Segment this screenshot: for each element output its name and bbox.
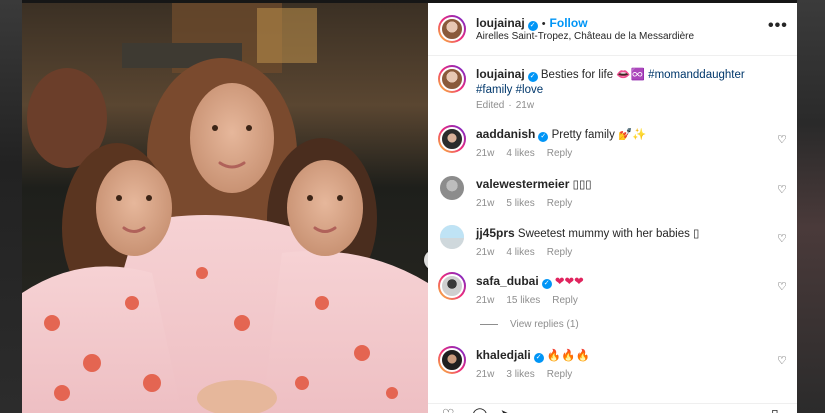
commenter-avatar[interactable] — [438, 125, 466, 153]
heart-icon[interactable]: ♡ — [442, 406, 455, 413]
comment-text: safa_dubai ✓ ❤❤❤ — [476, 274, 766, 290]
comment-age: 21w — [476, 198, 495, 209]
verified-badge-icon: ✓ — [538, 132, 549, 142]
comment-username[interactable]: valewestermeier — [476, 177, 569, 191]
comment-body: Pretty family 💅✨ — [551, 129, 647, 141]
comment-row: safa_dubai ✓ ❤❤❤ 21w 15 likes Reply ♡ — [428, 270, 797, 316]
caption: loujainaj ✓ Besties for life 👄♾️ #momandd… — [428, 63, 797, 115]
comment-likes[interactable]: 15 likes — [506, 295, 540, 306]
comment-body: 🔥🔥🔥 — [546, 350, 590, 362]
dot: · — [508, 100, 512, 111]
header-line: loujainaj ✓ • Follow — [476, 16, 588, 31]
commenter-avatar[interactable] — [438, 272, 466, 300]
comment-likes[interactable]: 5 likes — [506, 198, 534, 209]
comment-username[interactable]: safa_dubai — [476, 274, 539, 288]
author-username[interactable]: loujainaj — [476, 16, 525, 30]
comment-row: jj45prs Sweetest mummy with her babies ▯… — [428, 222, 797, 268]
comment-username[interactable]: aaddanish — [476, 127, 535, 141]
comment-text: khaledjali ✓ 🔥🔥🔥 — [476, 348, 766, 364]
caption-username[interactable]: loujainaj — [476, 67, 525, 81]
caption-text: loujainaj ✓ Besties for life 👄♾️ #momandd… — [476, 67, 766, 98]
comment-text: jj45prs Sweetest mummy with her babies ▯ — [476, 226, 766, 242]
caption-avatar[interactable] — [438, 65, 466, 93]
post-detail-panel: loujainaj ✓ • Follow Airelles Saint-Tropez,… — [428, 3, 797, 413]
view-replies-label[interactable]: View replies (1) — [510, 319, 579, 330]
comment-likes[interactable]: 3 likes — [506, 369, 534, 380]
post-photo-illustration — [22, 3, 428, 413]
comment-age: 21w — [476, 148, 495, 159]
caption-emoji: 👄♾️ — [616, 69, 645, 81]
commenter-avatar[interactable] — [438, 346, 466, 374]
comment-meta: 21w 4 likes Reply — [476, 247, 584, 258]
comment-body: ❤❤❤ — [554, 276, 584, 288]
post-location[interactable]: Airelles Saint-Tropez, Château de la Mes… — [476, 31, 694, 42]
like-comment-heart-icon[interactable]: ♡ — [777, 280, 787, 293]
like-comment-heart-icon[interactable]: ♡ — [777, 232, 787, 245]
verified-badge-icon: ✓ — [527, 21, 538, 31]
reply-button[interactable]: Reply — [547, 148, 573, 159]
caption-age: 21w — [515, 100, 535, 111]
background-feed-right — [797, 0, 825, 413]
author-avatar[interactable] — [438, 15, 466, 43]
background-feed-left — [0, 0, 22, 413]
reply-button[interactable]: Reply — [547, 247, 573, 258]
comment-meta: 21w 3 likes Reply — [476, 369, 584, 380]
follow-button[interactable]: Follow — [550, 16, 588, 30]
post-action-bar: ♡ ◯ ➤ ▯ — [428, 403, 797, 413]
view-replies-button[interactable]: View replies (1) — [480, 319, 579, 330]
comment-text: valewestermeier ▯▯▯ — [476, 177, 766, 193]
comment-username[interactable]: khaledjali — [476, 348, 531, 362]
reply-button[interactable]: Reply — [547, 198, 573, 209]
comment-meta: 21w 5 likes Reply — [476, 198, 584, 209]
comment-body: Sweetest mummy with her babies ▯ — [517, 228, 700, 240]
verified-badge-icon: ✓ — [527, 72, 538, 82]
comment-row: aaddanish ✓ Pretty family 💅✨ 21w 4 likes Re… — [428, 123, 797, 169]
commenter-avatar[interactable] — [440, 176, 464, 200]
bookmark-icon[interactable]: ▯ — [771, 406, 779, 413]
post-header: loujainaj ✓ • Follow Airelles Saint-Tropez,… — [428, 3, 797, 56]
comment-meta: 21w 15 likes Reply — [476, 295, 590, 306]
reply-button[interactable]: Reply — [552, 295, 578, 306]
caption-body: Besties for life — [540, 69, 614, 81]
verified-badge-icon: ✓ — [541, 279, 552, 289]
caption-hashtag-love[interactable]: #love — [516, 84, 544, 96]
verified-badge-icon: ✓ — [533, 353, 544, 363]
separator-dot: • — [541, 18, 546, 30]
comment-text: aaddanish ✓ Pretty family 💅✨ — [476, 127, 766, 143]
comment-meta: 21w 4 likes Reply — [476, 148, 584, 159]
comment-likes[interactable]: 4 likes — [506, 148, 534, 159]
reply-button[interactable]: Reply — [547, 369, 573, 380]
comment-likes[interactable]: 4 likes — [506, 247, 534, 258]
like-comment-heart-icon[interactable]: ♡ — [777, 133, 787, 146]
comment-age: 21w — [476, 247, 495, 258]
more-options-icon[interactable]: ••• — [768, 17, 788, 35]
comment-icon[interactable]: ◯ — [472, 406, 488, 413]
comment-username[interactable]: jj45prs — [476, 226, 515, 240]
like-comment-heart-icon[interactable]: ♡ — [777, 183, 787, 196]
comment-row: khaledjali ✓ 🔥🔥🔥 21w 3 likes Reply ♡ — [428, 344, 797, 390]
commenter-avatar[interactable] — [440, 225, 464, 249]
comment-age: 21w — [476, 369, 495, 380]
like-comment-heart-icon[interactable]: ♡ — [777, 354, 787, 367]
comment-age: 21w — [476, 295, 495, 306]
share-icon[interactable]: ➤ — [500, 406, 512, 413]
replies-line — [480, 323, 498, 325]
comment-row: valewestermeier ▯▯▯ 21w 5 likes Reply ♡ — [428, 173, 797, 219]
post-image[interactable]: ❯ — [22, 3, 428, 413]
comment-body: ▯▯▯ — [572, 179, 592, 191]
edited-label: Edited — [476, 100, 505, 111]
caption-meta: Edited · 21w — [476, 100, 546, 111]
